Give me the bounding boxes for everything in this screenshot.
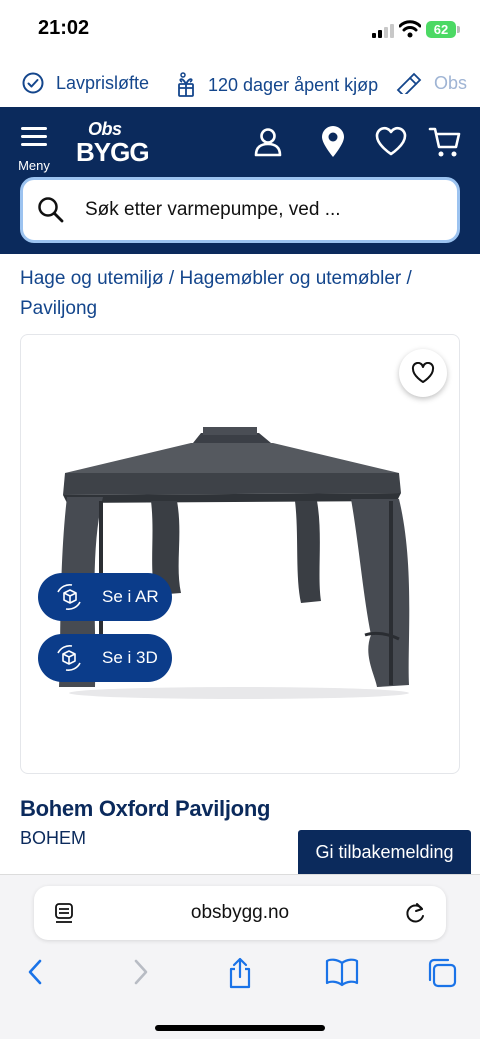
view-in-ar-label: Se i AR: [102, 587, 159, 606]
bookmarks-icon[interactable]: [325, 957, 359, 987]
view-in-3d-button[interactable]: Se i 3D: [38, 634, 172, 682]
view-in-ar-button[interactable]: Se i AR: [38, 573, 172, 621]
favorite-button[interactable]: [399, 349, 447, 397]
search-input[interactable]: [85, 199, 415, 221]
breadcrumb-separator: /: [168, 268, 175, 289]
cart-icon[interactable]: [428, 125, 462, 159]
search-box[interactable]: [20, 177, 460, 243]
forward-icon[interactable]: [126, 957, 154, 987]
cellular-signal-icon: [372, 24, 394, 38]
site-header: Meny Obs BYGG: [0, 107, 480, 254]
tabs-icon[interactable]: [426, 957, 458, 989]
tools-icon: [396, 72, 422, 94]
product-brand[interactable]: BOHEM: [20, 828, 86, 849]
product-image-card[interactable]: Se i AR Se i 3D: [20, 334, 460, 774]
reload-icon[interactable]: [404, 900, 428, 926]
breadcrumb-link-hagemobler[interactable]: Hagemøbler og utemøbler: [179, 268, 401, 289]
usp-label: Obs: [434, 72, 468, 93]
back-icon[interactable]: [22, 957, 50, 987]
account-icon[interactable]: [251, 125, 285, 159]
breadcrumb: Hage og utemiljø / Hagemøbler og utemøbl…: [20, 264, 465, 324]
obs-bygg-logo[interactable]: Obs BYGG: [76, 119, 150, 167]
status-time: 21:02: [38, 17, 90, 39]
view-in-3d-label: Se i 3D: [102, 648, 158, 667]
menu-button[interactable]: Meny: [16, 125, 52, 173]
hamburger-menu-icon: [21, 127, 47, 146]
logo-text-bottom: BYGG: [76, 137, 150, 167]
heart-outline-icon: [411, 362, 435, 383]
browser-toolbar: obsbygg.no: [0, 874, 480, 1039]
breadcrumb-separator: /: [406, 268, 412, 289]
3d-cube-icon: [57, 644, 81, 672]
location-pin-icon[interactable]: [316, 125, 350, 159]
menu-label: Meny: [18, 158, 50, 173]
address-bar[interactable]: obsbygg.no: [34, 886, 446, 940]
usp-item-lavprislofte[interactable]: Lavprisløfte: [22, 72, 149, 94]
usp-label: Lavprisløfte: [56, 72, 150, 93]
share-icon[interactable]: [226, 957, 254, 989]
heart-icon[interactable]: [374, 125, 408, 159]
search-icon: [38, 197, 64, 223]
product-title: Bohem Oxford Paviljong: [20, 796, 271, 821]
wifi-icon: [399, 20, 421, 38]
usp-label: 120 dager åpent kjøp: [208, 74, 379, 95]
gift-box-icon: [178, 72, 194, 97]
url-text: obsbygg.no: [190, 902, 290, 923]
usp-item-open-purchase[interactable]: 120 dager åpent kjøp: [176, 72, 378, 98]
usp-strip: Lavprisløfte 120 dager åpent kjøp Obs: [0, 60, 480, 106]
check-circle-icon: [22, 72, 44, 94]
breadcrumb-link-hage[interactable]: Hage og utemiljø: [20, 268, 164, 289]
ar-cube-icon: [57, 583, 81, 611]
usp-item-obs[interactable]: Obs: [396, 72, 467, 94]
breadcrumb-link-paviljong[interactable]: Paviljong: [20, 298, 97, 319]
status-bar: 21:02 62: [0, 0, 480, 58]
battery-tip: [457, 26, 460, 33]
feedback-button[interactable]: Gi tilbakemelding: [298, 830, 471, 874]
home-indicator: [155, 1025, 325, 1031]
battery-indicator: 62: [426, 21, 456, 38]
